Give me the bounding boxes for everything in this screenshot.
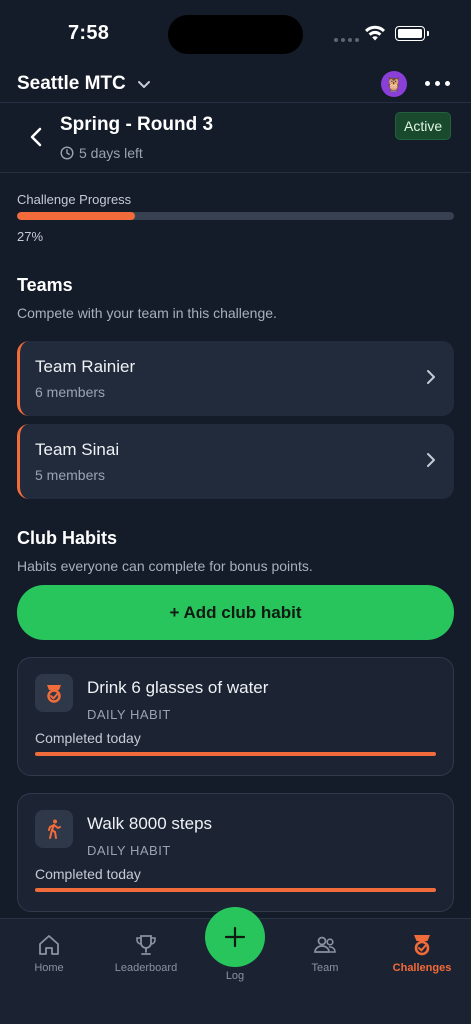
tab-label: Challenges: [392, 962, 452, 974]
challenge-badge-icon: [35, 674, 73, 712]
wifi-icon: [365, 25, 385, 41]
back-button[interactable]: [26, 125, 46, 149]
habit-progress-bar: [35, 752, 436, 756]
chevron-right-icon: [427, 370, 435, 384]
tab-challenges[interactable]: Challenges: [377, 933, 467, 974]
tab-leaderboard[interactable]: Leaderboard: [101, 933, 191, 974]
time-remaining: 5 days left: [60, 145, 143, 161]
progress-bar: [17, 212, 454, 220]
habit-status: Completed today: [35, 866, 141, 882]
challenge-badge-icon: [414, 935, 430, 956]
log-button[interactable]: [205, 907, 265, 967]
team-member-count: 6 members: [35, 384, 106, 400]
club-habits-heading: Club Habits: [17, 528, 118, 548]
habit-type: DAILY HABIT: [87, 707, 171, 722]
club-header: Seattle MTC 🦉: [0, 66, 471, 102]
teams-subtitle: Compete with your team in this challenge…: [17, 305, 277, 321]
cellular-signal-icon: [334, 38, 359, 42]
habit-name: Drink 6 glasses of water: [87, 678, 269, 697]
team-icon: [314, 936, 336, 953]
chevron-down-icon[interactable]: [136, 76, 152, 92]
walking-icon: [35, 810, 73, 848]
status-badge: Active: [395, 112, 452, 140]
tab-label: Team: [311, 962, 339, 974]
tab-label: Leaderboard: [114, 962, 178, 974]
team-name: Team Rainier: [35, 357, 136, 376]
challenge-header: Spring - Round 3 5 days left Active: [0, 103, 471, 173]
tab-home[interactable]: Home: [4, 933, 94, 974]
more-options-icon[interactable]: [425, 81, 450, 86]
habit-type: DAILY HABIT: [87, 843, 171, 858]
tab-label: Home: [34, 962, 64, 974]
challenge-title: Spring - Round 3: [60, 114, 214, 135]
home-icon: [39, 935, 59, 955]
progress-bar-fill: [17, 212, 135, 220]
clock-icon: [60, 146, 74, 160]
add-club-habit-button[interactable]: + Add club habit: [17, 585, 454, 640]
team-card-sinai[interactable]: Team Sinai 5 members: [17, 424, 454, 499]
progress-label: Challenge Progress: [17, 192, 132, 207]
divider: [0, 172, 471, 173]
habit-status: Completed today: [35, 730, 141, 746]
habit-card-steps[interactable]: Walk 8000 steps DAILY HABIT Completed to…: [17, 793, 454, 912]
dynamic-island: [168, 15, 303, 54]
avatar[interactable]: 🦉: [381, 71, 407, 97]
chevron-left-icon: [30, 127, 42, 147]
chevron-right-icon: [427, 453, 435, 467]
habit-card-water[interactable]: Drink 6 glasses of water DAILY HABIT Com…: [17, 657, 454, 776]
trophy-icon: [136, 935, 156, 955]
status-time: 7:58: [68, 22, 110, 44]
team-card-rainier[interactable]: Team Rainier 6 members: [17, 341, 454, 416]
teams-heading: Teams: [17, 275, 73, 295]
tab-team[interactable]: Team: [280, 933, 370, 974]
team-name: Team Sinai: [35, 440, 120, 459]
habit-name: Walk 8000 steps: [87, 814, 213, 833]
battery-icon: [395, 26, 429, 41]
team-member-count: 5 members: [35, 467, 106, 483]
time-left-text: 5 days left: [79, 145, 143, 161]
progress-percentage: 27%: [17, 229, 44, 244]
plus-icon: [224, 926, 246, 948]
club-habits-subtitle: Habits everyone can complete for bonus p…: [17, 558, 313, 574]
status-bar: 7:58: [0, 0, 471, 66]
club-selector[interactable]: Seattle MTC: [17, 73, 126, 95]
habit-progress-bar: [35, 888, 436, 892]
tab-label-log: Log: [225, 970, 245, 982]
